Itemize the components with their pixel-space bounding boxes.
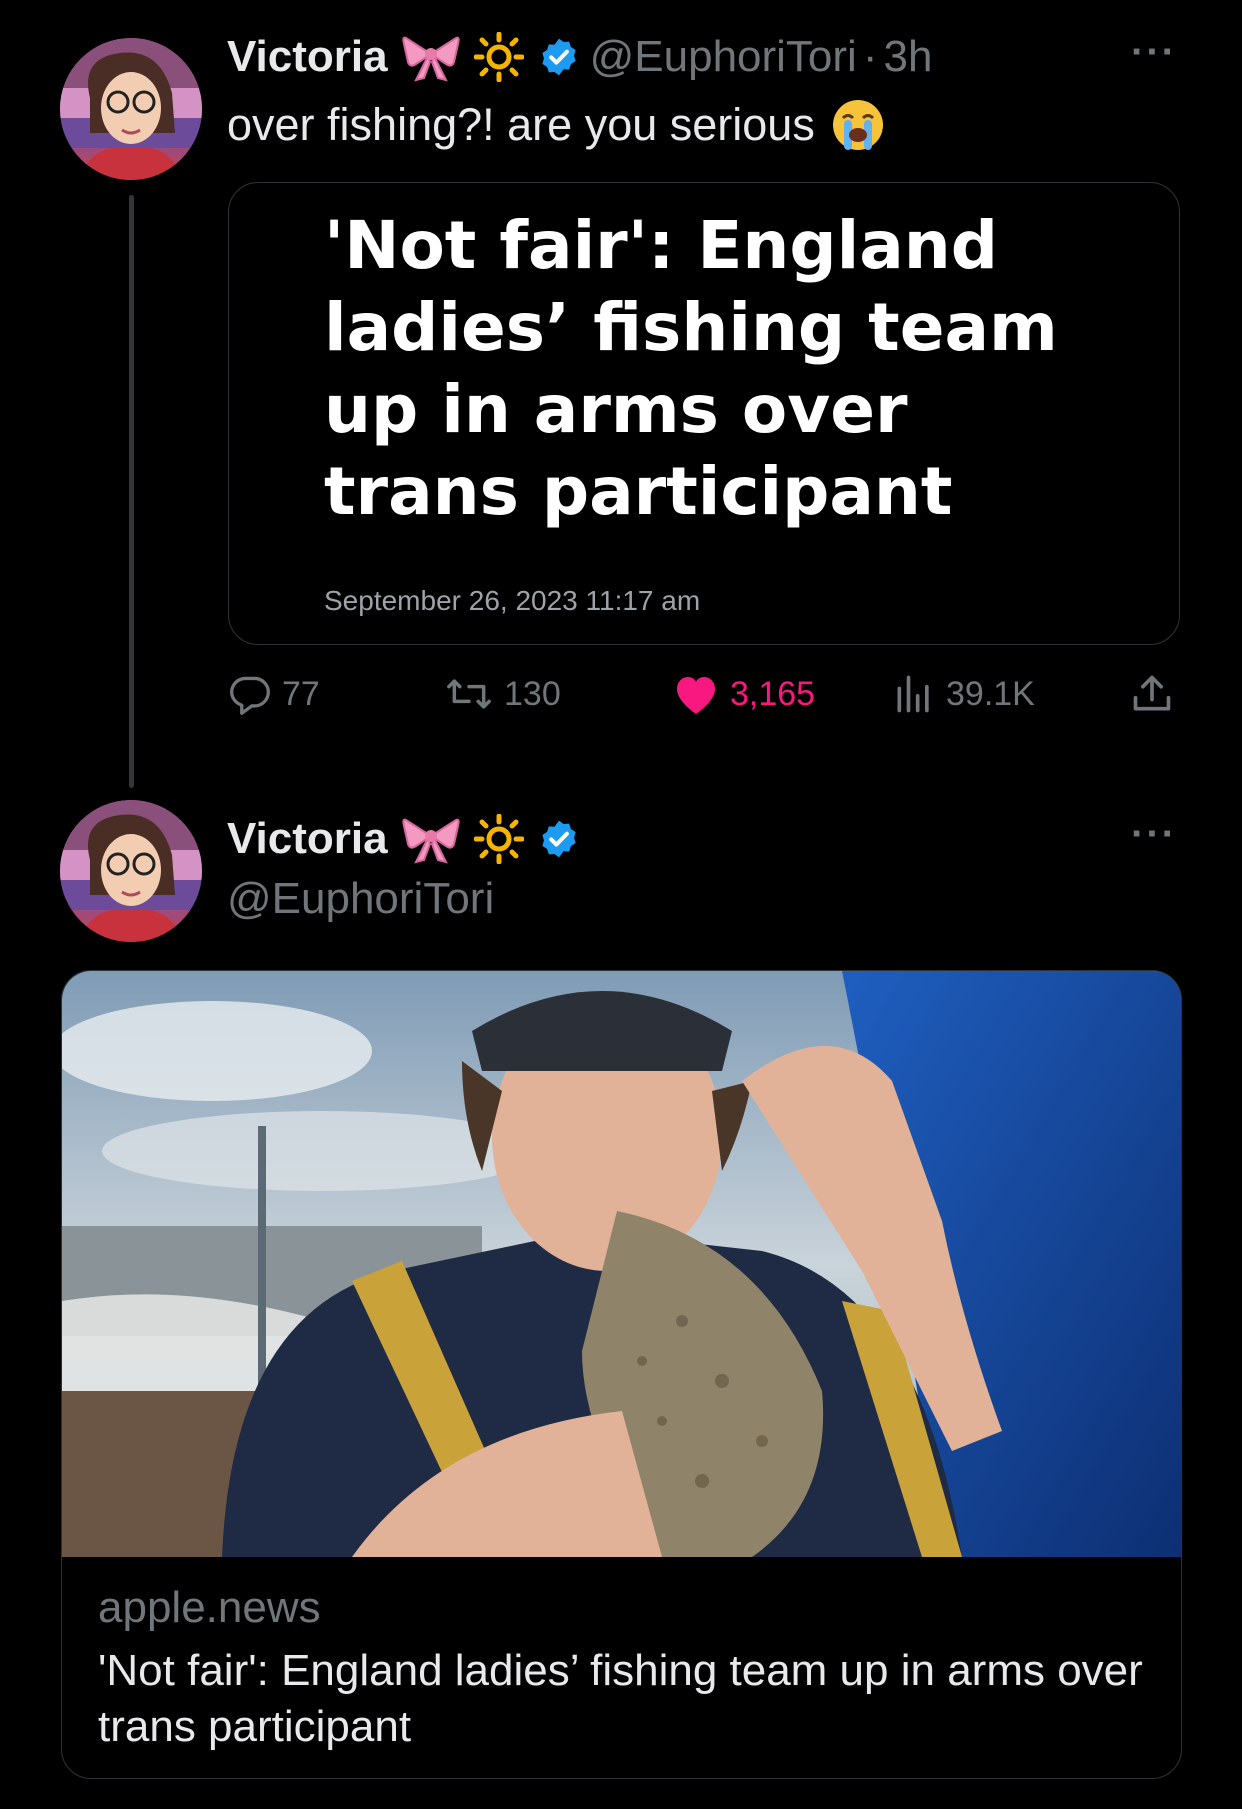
quote-date: September 26, 2023 11:17 am: [324, 585, 701, 616]
link-domain: apple.news: [98, 1583, 321, 1632]
link-title: 'Not fair': England ladies’ fishing team…: [98, 1646, 1143, 1751]
retweet-count: 130: [504, 674, 561, 713]
sun-icon: [473, 32, 524, 82]
quote-headline: 'Not fair': England ladies’ fishing team…: [324, 207, 1058, 530]
link-preview-card[interactable]: apple.news 'Not fair': England ladies’ f…: [61, 970, 1182, 1779]
heart-icon: [677, 677, 715, 714]
like-count: 3,165: [730, 674, 816, 713]
views-icon: [897, 675, 929, 713]
sun-icon: [473, 814, 524, 864]
like-button[interactable]: 3,165: [672, 672, 815, 716]
verified-badge-icon[interactable]: [538, 36, 580, 78]
tweet-actions: 77 130 3,165 39.1K: [228, 672, 1180, 726]
display-name[interactable]: Victoria: [227, 32, 388, 82]
reply-button[interactable]: 77: [228, 672, 320, 716]
reply-count: 77: [282, 674, 320, 713]
ribbon-icon: [401, 814, 460, 864]
share-icon: [1133, 675, 1171, 711]
loudly-crying-face-icon: [831, 98, 885, 152]
more-options-icon[interactable]: ···: [1131, 812, 1177, 857]
avatar[interactable]: [60, 38, 202, 180]
verified-badge-icon[interactable]: [538, 818, 580, 860]
views-button[interactable]: 39.1K: [892, 672, 1035, 716]
retweet-button[interactable]: 130: [444, 672, 561, 716]
handle[interactable]: @EuphoriTori: [227, 874, 494, 924]
quoted-article-card[interactable]: 'Not fair': England ladies’ fishing team…: [228, 182, 1180, 645]
reply-icon: [230, 676, 270, 715]
timestamp[interactable]: 3h: [884, 32, 933, 82]
separator: ·: [862, 32, 878, 81]
more-options-icon[interactable]: ···: [1131, 30, 1177, 75]
tweet-text: over fishing?! are you serious: [227, 98, 885, 152]
share-button[interactable]: [1130, 672, 1184, 716]
thread-line: [129, 195, 134, 788]
link-preview-footer: apple.news 'Not fair': England ladies’ f…: [98, 1583, 1151, 1755]
article-photo: [62, 971, 1181, 1557]
tweet-body: over fishing?! are you serious: [227, 99, 815, 150]
ribbon-icon: [401, 32, 460, 82]
avatar[interactable]: [60, 800, 202, 942]
handle[interactable]: @EuphoriTori: [590, 32, 857, 82]
display-name[interactable]: Victoria: [227, 814, 388, 864]
retweet-icon: [447, 679, 491, 709]
view-count: 39.1K: [946, 674, 1035, 713]
tweet-header: Victoria: [227, 814, 580, 864]
tweet-header: Victoria @EuphoriTori · 3h: [227, 32, 932, 82]
